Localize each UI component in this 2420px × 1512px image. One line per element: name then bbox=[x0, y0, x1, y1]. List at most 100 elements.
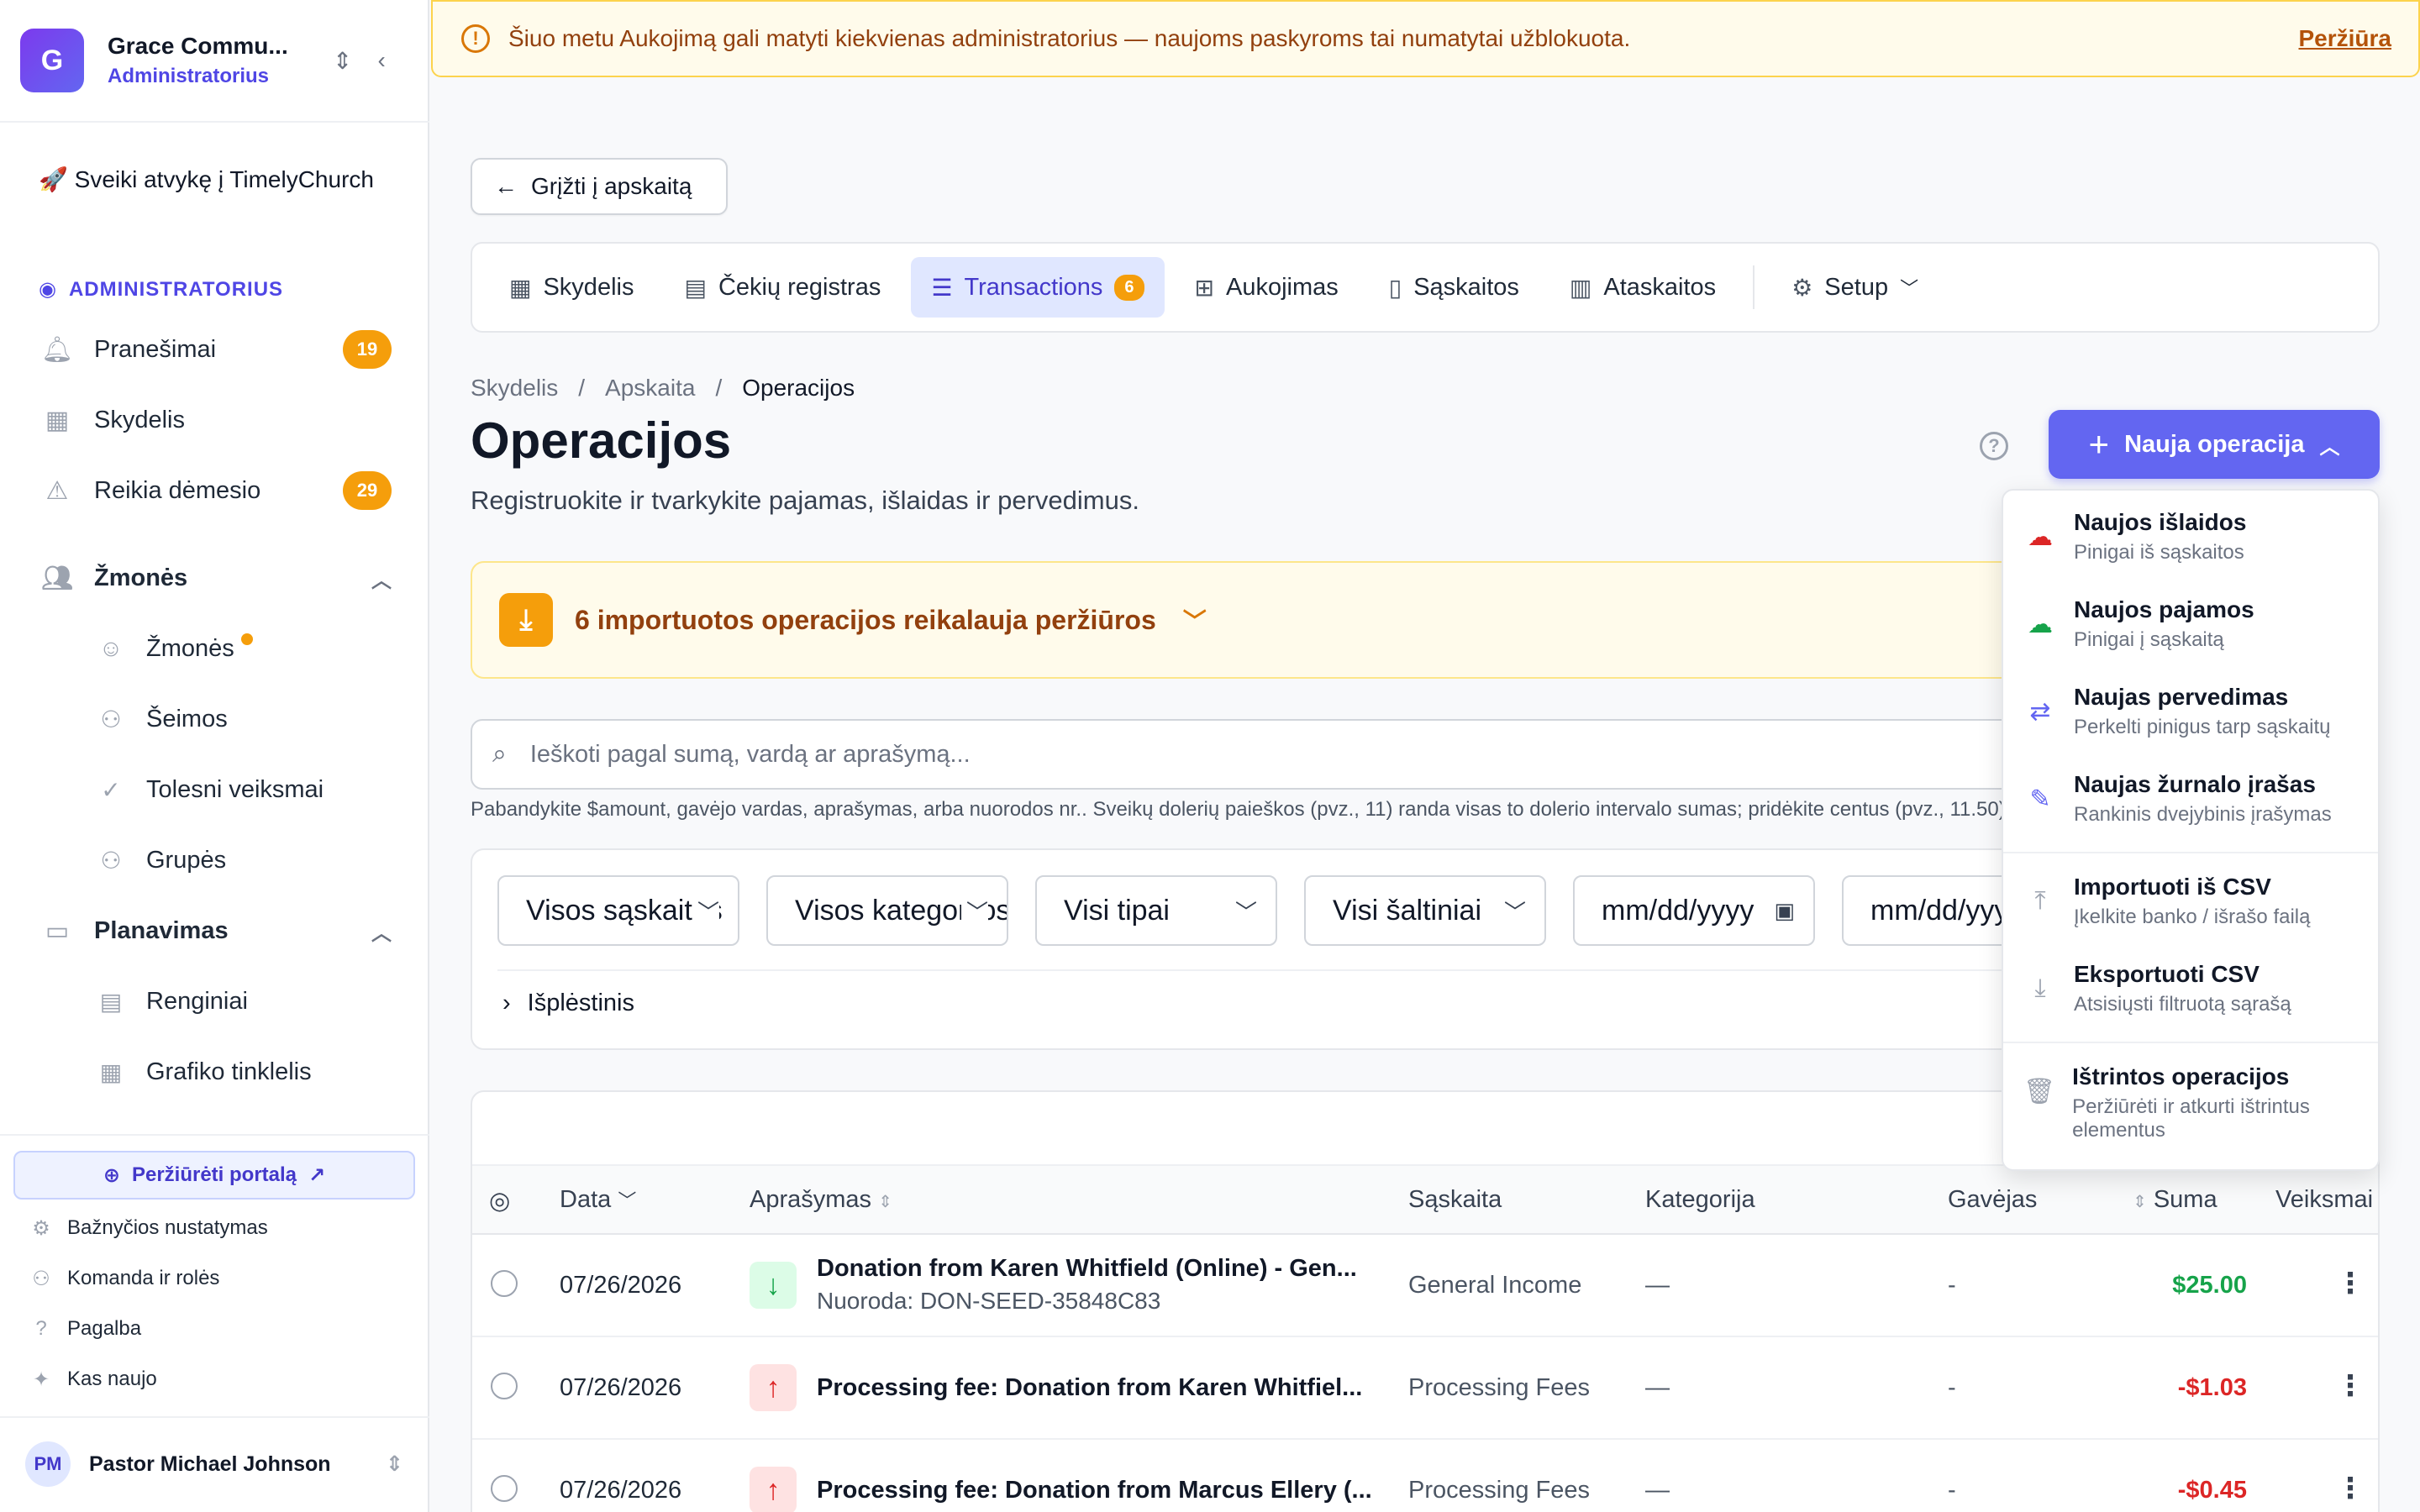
row-select-radio[interactable] bbox=[491, 1373, 518, 1399]
org-switcher[interactable]: G Grace Commu... Administratorius ⇕ ‹ bbox=[20, 24, 415, 97]
menu-item-new-transfer[interactable]: ⇄ Naujas pervedimas Perkelti pinigus tarp… bbox=[2023, 684, 2368, 739]
breadcrumb-dashboard[interactable]: Skydelis bbox=[471, 375, 558, 402]
row-description[interactable]: Processing fee: Donation from Karen Whit… bbox=[817, 1374, 1362, 1402]
globe-icon: ⊕ bbox=[103, 1163, 120, 1187]
download-icon: ⤓ bbox=[2034, 974, 2046, 1002]
chevron-down-icon: ﹀ bbox=[1900, 278, 1919, 299]
menu-item-new-expense[interactable]: ☁ Naujos išlaidos Pinigai iš sąskaitos bbox=[2023, 509, 2368, 564]
tab-dashboard[interactable]: ▦ Skydelis bbox=[489, 257, 654, 318]
expense-arrow-icon: ↑ bbox=[750, 1364, 797, 1411]
row-select-radio[interactable] bbox=[491, 1475, 518, 1502]
admin-visibility-banner: ! Šiuo metu Aukojimą gali matyti kiekvie… bbox=[431, 0, 2420, 77]
cloud-down-icon: ☁ bbox=[2028, 523, 2053, 551]
row-actions-menu-icon[interactable]: ⋮ bbox=[2336, 1369, 2365, 1403]
table-row[interactable]: 07/26/2026 ↑ Processing fee: Donation fr… bbox=[472, 1440, 2378, 1512]
view-portal-button[interactable]: ⊕ Peržiūrėti portalą ↗ bbox=[13, 1151, 415, 1200]
sidebar-item-families[interactable]: ⚇ Šeimos bbox=[94, 692, 397, 746]
column-amount[interactable]: ⇕ Suma bbox=[2133, 1186, 2217, 1214]
select-all-icon[interactable]: ◎ bbox=[489, 1186, 510, 1215]
divider bbox=[1753, 265, 1755, 309]
tab-setup[interactable]: ⚙ Setup ﹀ bbox=[1771, 257, 1939, 318]
sidebar-item-events[interactable]: ▤ Renginiai bbox=[94, 974, 397, 1028]
sidebar-group-people[interactable]: 👥︎ Žmonės ︿ bbox=[39, 551, 392, 605]
column-description[interactable]: Aprašymas ⇕ bbox=[750, 1186, 892, 1214]
row-description[interactable]: Donation from Karen Whitfield (Online) -… bbox=[817, 1255, 1357, 1283]
row-date: 07/26/2026 bbox=[560, 1477, 682, 1504]
table-header: ◎ Data ﹀ Aprašymas ⇕ Sąskaita Kategorija… bbox=[472, 1164, 2378, 1235]
row-actions-menu-icon[interactable]: ⋮ bbox=[2336, 1267, 2365, 1300]
sidebar: G Grace Commu... Administratorius ⇕ ‹ 🚀 … bbox=[0, 0, 429, 1512]
banner-review-link[interactable]: Peržiūra bbox=[2299, 25, 2392, 52]
tab-accounts[interactable]: ▯ Sąskaitos bbox=[1369, 257, 1539, 318]
divider bbox=[2003, 1042, 2378, 1043]
breadcrumb-accounting[interactable]: Apskaita bbox=[605, 375, 695, 402]
sidebar-item-attention[interactable]: ⚠ Reikia dėmesio 29 bbox=[39, 464, 392, 517]
breadcrumb-current: Operacijos bbox=[742, 375, 855, 401]
menu-item-export-csv[interactable]: ⤓ Eksportuoti CSV Atsisiųsti filtruotą są… bbox=[2023, 961, 2368, 1016]
row-select-radio[interactable] bbox=[491, 1270, 518, 1297]
user-menu[interactable]: PM Pastor Michael Johnson ⇕ bbox=[25, 1441, 403, 1487]
sidebar-item-people[interactable]: ☺ Žmonės bbox=[94, 622, 397, 675]
chevron-up-icon: ︿ bbox=[371, 921, 392, 945]
grid-icon: ▦ bbox=[45, 406, 70, 434]
menu-item-deleted-transactions[interactable]: 🗑︎ Ištrintos operacijos Peržiūrėti ir atk… bbox=[2023, 1063, 2326, 1142]
help-icon[interactable]: ? bbox=[1980, 432, 2008, 460]
row-category: — bbox=[1645, 1272, 1670, 1299]
sidebar-item-team-roles[interactable]: ⚇ Komanda ir rolės bbox=[29, 1257, 398, 1300]
section-label-admin: ◉ ADMINISTRATORIUS bbox=[39, 277, 284, 302]
advanced-filters-toggle[interactable]: › Išplėstinis bbox=[502, 990, 634, 1017]
table-row[interactable]: 07/26/2026 ↓ Donation from Karen Whitfie… bbox=[472, 1235, 2378, 1337]
menu-item-new-income[interactable]: ☁ Naujos pajamos Pinigai į sąskaitą bbox=[2023, 596, 2368, 652]
type-filter-select[interactable]: Visi tipai ﹀ bbox=[1035, 875, 1277, 946]
tab-check-register[interactable]: ▤ Čekių registras bbox=[664, 257, 901, 318]
row-actions-menu-icon[interactable]: ⋮ bbox=[2336, 1472, 2365, 1505]
column-category[interactable]: Kategorija bbox=[1645, 1186, 1755, 1214]
collapse-sidebar-icon[interactable]: ‹ bbox=[377, 47, 385, 75]
divider bbox=[2003, 852, 2378, 853]
account-filter-select[interactable]: Visos sąskaitos ﹀ bbox=[497, 875, 739, 946]
category-filter-select[interactable]: Visos kategorijos ﹀ bbox=[766, 875, 1008, 946]
attention-badge: 29 bbox=[343, 471, 392, 510]
row-payee: - bbox=[1948, 1477, 1956, 1504]
column-payee[interactable]: Gavėjas bbox=[1948, 1186, 2037, 1214]
source-filter-select[interactable]: Visi šaltiniai ﹀ bbox=[1304, 875, 1546, 946]
row-category: — bbox=[1645, 1477, 1670, 1504]
column-account[interactable]: Sąskaita bbox=[1408, 1186, 1502, 1214]
sidebar-item-dashboard[interactable]: ▦ Skydelis bbox=[39, 393, 392, 447]
person-icon: ☺ bbox=[98, 635, 124, 661]
menu-item-import-csv[interactable]: ⤒ Importuoti iš CSV Įkelkite banko / išra… bbox=[2023, 874, 2368, 929]
people-icon: 👥︎ bbox=[40, 564, 74, 592]
sidebar-item-notifications[interactable]: 🔔︎ Pranešimai 19 bbox=[39, 323, 392, 376]
tab-transactions[interactable]: ☰ Transactions 6 bbox=[911, 257, 1165, 318]
row-account: General Income bbox=[1408, 1272, 1582, 1299]
row-amount: $25.00 bbox=[2172, 1272, 2247, 1299]
receipt-icon: ▤ bbox=[684, 274, 707, 301]
sidebar-item-help[interactable]: ? Pagalba bbox=[29, 1307, 398, 1351]
tab-reports[interactable]: ▥ Ataskaitos bbox=[1549, 257, 1736, 318]
transfer-icon: ⇄ bbox=[2029, 698, 2051, 726]
sidebar-item-followups[interactable]: ✓ Tolesni veiksmai bbox=[94, 763, 397, 816]
chevron-down-icon: ﹀ bbox=[1229, 895, 1257, 927]
tab-giving[interactable]: ⊞ Aukojimas bbox=[1175, 257, 1359, 318]
download-icon: ⤓ bbox=[499, 593, 553, 647]
back-to-accounting-button[interactable]: ← Grįžti į apskaitą bbox=[471, 158, 728, 215]
chevron-down-icon: ﹀ bbox=[692, 895, 719, 927]
date-from-input[interactable]: mm/dd/yyyy ▣ bbox=[1573, 875, 1815, 946]
banner-text: Šiuo metu Aukojimą gali matyti kiekviena… bbox=[508, 25, 1631, 51]
row-description[interactable]: Processing fee: Donation from Marcus Ell… bbox=[817, 1477, 1372, 1504]
sidebar-item-whats-new[interactable]: ✦ Kas naujo bbox=[29, 1357, 398, 1401]
upload-icon: ⤒ bbox=[2034, 887, 2046, 915]
column-date[interactable]: Data ﹀ bbox=[560, 1186, 636, 1214]
divider bbox=[0, 1134, 429, 1136]
sidebar-group-planning[interactable]: ▭ Planavimas ︿ bbox=[39, 904, 392, 958]
welcome-text: 🚀 Sveiki atvykę į TimelyChurch bbox=[39, 166, 374, 192]
sidebar-item-groups[interactable]: ⚇ Grupės bbox=[94, 833, 397, 887]
sidebar-item-church-settings[interactable]: ⚙ Bažnyčios nustatymas bbox=[29, 1206, 398, 1250]
chevron-up-icon: ︿ bbox=[371, 569, 392, 592]
menu-item-new-journal-entry[interactable]: ✎ Naujas žurnalo įrašas Rankinis dvejybin… bbox=[2023, 771, 2368, 827]
row-reference: Nuoroda: DON-SEED-35848C83 bbox=[817, 1288, 1161, 1314]
sidebar-item-schedule-grid[interactable]: ▦ Grafiko tinklelis bbox=[94, 1045, 397, 1099]
table-row[interactable]: 07/26/2026 ↑ Processing fee: Donation fr… bbox=[472, 1337, 2378, 1440]
chevron-updown-icon[interactable]: ⇕ bbox=[333, 47, 352, 75]
new-transaction-button[interactable]: + Nauja operacija ︿ bbox=[2049, 410, 2380, 479]
